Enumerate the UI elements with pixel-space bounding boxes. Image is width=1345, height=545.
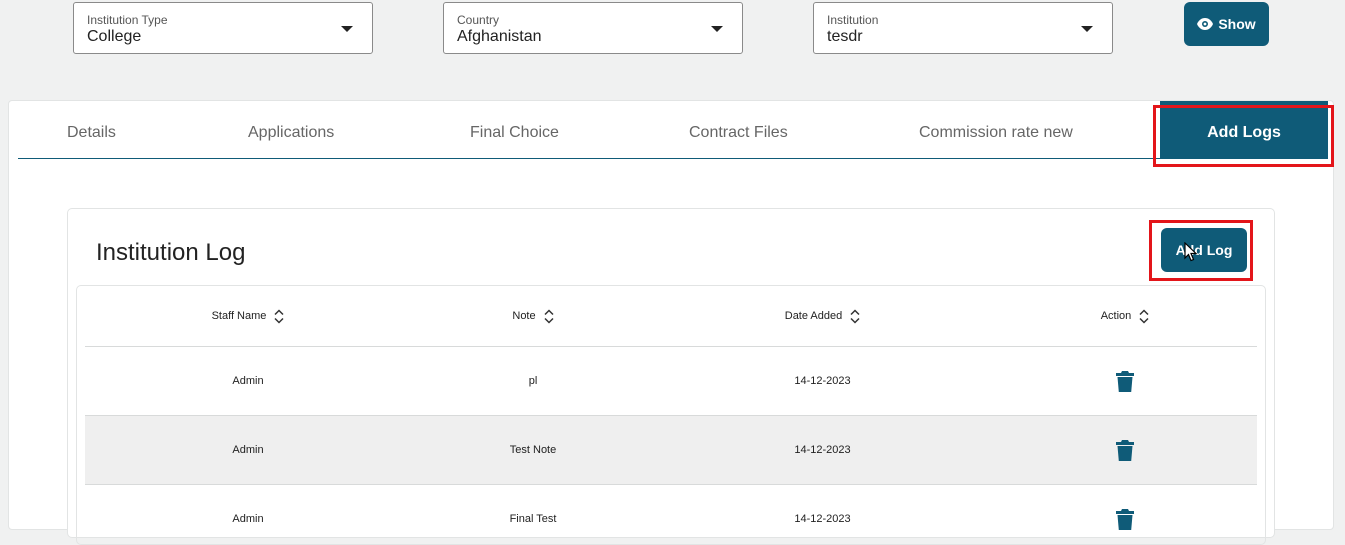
tab-applications[interactable]: Applications [248, 101, 334, 158]
country-select[interactable]: Country Afghanistan [443, 2, 743, 54]
tab-commission-rate-new[interactable]: Commission rate new [919, 101, 1073, 158]
tab-contract-files[interactable]: Contract Files [689, 101, 788, 158]
caret-down-icon [341, 26, 353, 32]
add-log-button[interactable]: Add Log [1161, 228, 1247, 272]
eye-icon [1197, 18, 1214, 30]
institution-type-value: College [87, 28, 142, 45]
date-cell: 14-12-2023 [794, 513, 851, 525]
sort-icon[interactable] [850, 308, 860, 324]
staff-name-cell: Admin [232, 444, 264, 456]
sort-icon[interactable] [1139, 308, 1149, 324]
institution-log-panel: Institution Log Add Log Staff Name Note … [67, 208, 1275, 545]
note-cell: pl [528, 375, 538, 387]
tab-bar: Details Applications Final Choice Contra… [18, 101, 1328, 159]
column-label: Action [1100, 310, 1132, 322]
action-cell [1055, 485, 1195, 544]
action-cell [1055, 416, 1195, 484]
tab-details[interactable]: Details [67, 101, 116, 158]
table-row: Admin pl 14-12-2023 [85, 347, 1257, 416]
column-header-date-added[interactable]: Date Added [745, 286, 900, 346]
institution-type-label: Institution Type [87, 13, 168, 27]
trash-icon[interactable] [1116, 508, 1134, 530]
sort-icon[interactable] [544, 308, 554, 324]
staff-name-cell: Admin [232, 513, 264, 525]
staff-name-cell: Admin [232, 375, 264, 387]
column-label: Note [512, 310, 536, 322]
date-cell: 14-12-2023 [794, 375, 851, 387]
note-cell: Test Note [509, 444, 557, 456]
tab-add-logs[interactable]: Add Logs [1160, 101, 1328, 158]
column-label: Date Added [784, 310, 843, 322]
column-header-note[interactable]: Note [468, 286, 598, 346]
show-button[interactable]: Show [1184, 2, 1269, 46]
trash-icon[interactable] [1116, 439, 1134, 461]
trash-icon[interactable] [1116, 370, 1134, 392]
column-label: Staff Name [211, 310, 267, 322]
country-label: Country [457, 13, 500, 27]
caret-down-icon [1081, 26, 1093, 32]
caret-down-icon [711, 26, 723, 32]
mouse-cursor-icon [1184, 242, 1198, 262]
tab-final-choice[interactable]: Final Choice [470, 101, 559, 158]
page-title: Institution Log [96, 239, 246, 266]
institution-label: Institution [827, 13, 879, 27]
table-row: Admin Test Note 14-12-2023 [85, 416, 1257, 485]
show-label: Show [1218, 16, 1256, 32]
sort-icon[interactable] [274, 308, 284, 324]
institution-type-select[interactable]: Institution Type College [73, 2, 373, 54]
column-header-action[interactable]: Action [1055, 286, 1195, 346]
institution-card: Details Applications Final Choice Contra… [8, 100, 1334, 545]
institution-value: tesdr [827, 28, 863, 45]
log-table: Staff Name Note Date Added Action Admin [76, 285, 1266, 545]
institution-select[interactable]: Institution tesdr [813, 2, 1113, 54]
table-row: Admin Final Test 14-12-2023 [85, 485, 1257, 544]
note-cell: Final Test [509, 513, 557, 525]
action-cell [1055, 347, 1195, 415]
country-value: Afghanistan [457, 28, 542, 45]
column-header-staff-name[interactable]: Staff Name [173, 286, 323, 346]
date-cell: 14-12-2023 [794, 444, 851, 456]
table-header: Staff Name Note Date Added Action [85, 286, 1257, 347]
